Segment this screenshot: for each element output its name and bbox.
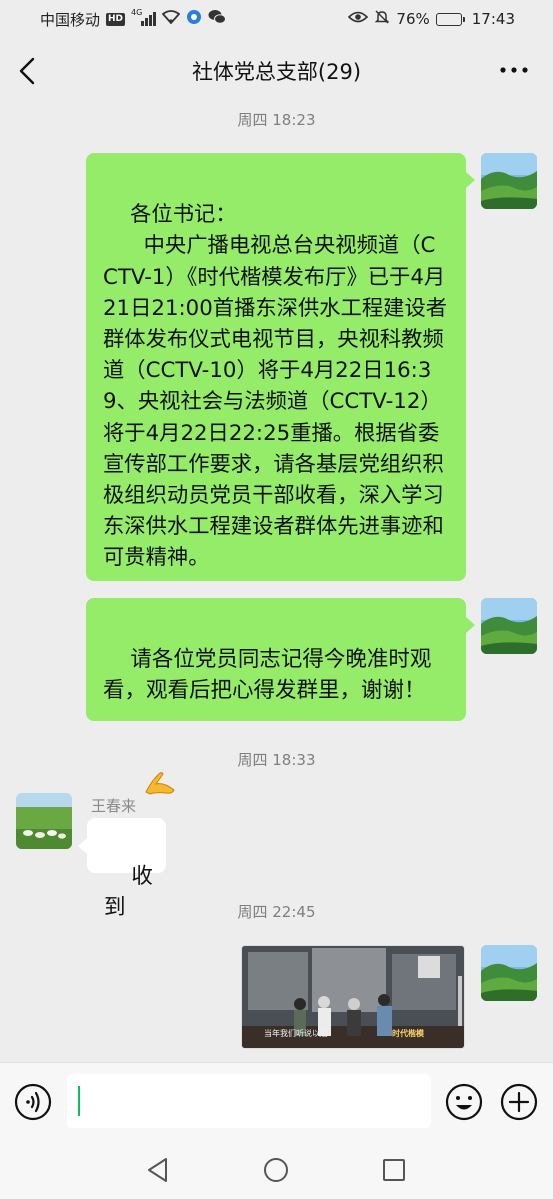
status-bar: 中国移动 HD 4G 76% 17:43 <box>0 0 553 38</box>
own-avatar[interactable] <box>481 598 537 654</box>
video-brand-logo: 时代楷模 <box>392 1029 424 1038</box>
mute-bell-icon <box>374 9 390 29</box>
status-right: 76% 17:43 <box>348 9 515 29</box>
message-input[interactable] <box>67 1074 431 1128</box>
system-back-button[interactable] <box>146 1157 170 1187</box>
message-bubble-other[interactable]: 收到 <box>87 818 166 920</box>
sender-name: 王春来 <box>91 797 137 815</box>
input-bar <box>0 1062 553 1140</box>
voice-button[interactable] <box>14 1083 52 1121</box>
timestamp: 周四 18:23 <box>237 111 316 129</box>
sender-avatar[interactable] <box>16 793 72 849</box>
timestamp: 周四 18:33 <box>237 751 316 769</box>
video-caption: 当年我们听说以后 <box>264 1029 328 1038</box>
hd-badge: HD <box>106 12 126 26</box>
more-dots-icon <box>500 67 528 73</box>
system-navigation-bar <box>0 1140 553 1199</box>
more-button[interactable] <box>499 60 529 80</box>
system-home-button[interactable] <box>263 1157 289 1187</box>
back-button[interactable] <box>16 56 40 86</box>
message-bubble-own[interactable]: 各位书记： 中央广播电视总台央视频道（CCTV-1）《时代楷模发布厅》已于4月2… <box>86 153 466 581</box>
text-cursor <box>78 1086 80 1116</box>
message-text: 请各位党员同志记得今晚准时观看，观看后把心得发群里，谢谢！ <box>103 647 432 703</box>
add-button[interactable] <box>500 1083 538 1121</box>
timestamp: 周四 22:45 <box>237 903 316 921</box>
battery-icon <box>435 12 465 26</box>
bubble-tail <box>466 617 475 633</box>
bubble-tail <box>466 172 475 188</box>
message-list[interactable]: 周四 18:23 各位书记： 中央广播电视总台央视频道（CCTV-1）《时代楷模… <box>0 104 553 1062</box>
triangle-back-icon <box>148 1158 167 1182</box>
network-type: 4G <box>131 8 143 17</box>
plus-icon <box>500 1083 538 1121</box>
own-avatar[interactable] <box>481 945 537 1001</box>
eye-comfort-icon <box>348 10 369 28</box>
carrier-label: 中国移动 <box>40 10 101 29</box>
message-bubble-own[interactable]: 请各位党员同志记得今晚准时观看，观看后把心得发群里，谢谢！ <box>86 598 466 795</box>
circle-home-icon <box>264 1158 288 1182</box>
chat-header: 社体党总支部(29) <box>0 38 553 104</box>
wechat-icon <box>208 9 227 29</box>
emoji-button[interactable] <box>445 1083 483 1121</box>
wifi-icon <box>161 10 181 28</box>
emoji-icon <box>445 1083 483 1121</box>
video-message[interactable]: 当年我们听说以后 时代楷模 <box>241 945 465 1049</box>
voice-icon <box>14 1083 52 1121</box>
status-left: 中国移动 HD 4G <box>40 8 227 30</box>
chevron-left-icon <box>19 57 35 85</box>
message-text: 各位书记： 中央广播电视总台央视频道（CCTV-1）《时代楷模发布厅》已于4月2… <box>103 202 448 571</box>
browser-app-icon <box>186 9 202 29</box>
square-recents-icon <box>383 1159 405 1181</box>
battery-percent: 76% <box>396 10 430 28</box>
clock: 17:43 <box>471 10 515 28</box>
signal-icon: 4G <box>131 8 157 26</box>
bubble-tail <box>78 838 87 854</box>
system-recents-button[interactable] <box>382 1158 406 1186</box>
chat-title: 社体党总支部(29) <box>191 60 362 84</box>
own-avatar[interactable] <box>481 153 537 209</box>
